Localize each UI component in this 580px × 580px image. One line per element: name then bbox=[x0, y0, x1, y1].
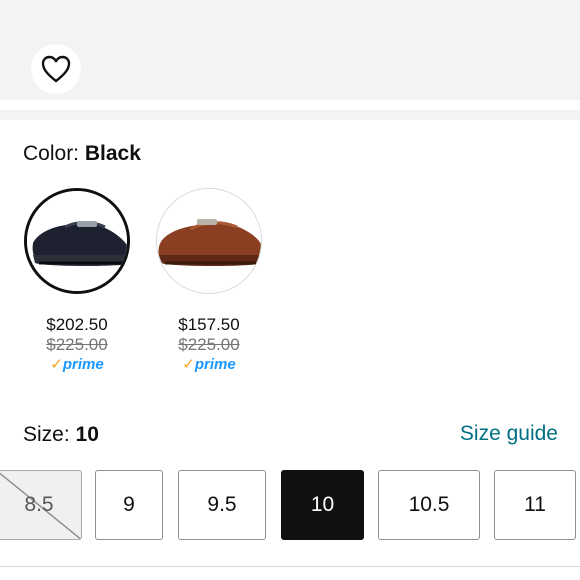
size-option-11[interactable]: 11 bbox=[494, 470, 576, 540]
prime-badge-black: ✓prime bbox=[22, 355, 132, 375]
size-label-text: Size: bbox=[23, 423, 70, 446]
price-brown: $157.50 bbox=[178, 315, 240, 334]
image-gallery-area bbox=[0, 0, 580, 100]
color-label-text: Color: bbox=[23, 142, 80, 165]
size-option-10-5[interactable]: 10.5 bbox=[378, 470, 480, 540]
shoe-image-brown bbox=[157, 189, 261, 293]
size-option-label: 10 bbox=[310, 493, 335, 516]
section-divider bbox=[0, 110, 580, 120]
heart-icon bbox=[41, 55, 71, 83]
selected-color-value: Black bbox=[84, 142, 141, 165]
size-option-8-5[interactable]: 8.5 bbox=[0, 470, 82, 540]
prime-badge-brown: ✓prime bbox=[154, 355, 264, 375]
list-price-brown: $225.00 bbox=[178, 335, 240, 354]
color-option-brown-pricing: $157.50 $225.00 ✓prime bbox=[154, 315, 264, 375]
color-swatch-brown[interactable] bbox=[156, 188, 262, 294]
list-price-black: $225.00 bbox=[46, 335, 108, 354]
prime-text: prime bbox=[62, 356, 104, 373]
size-option-label: 9 bbox=[123, 493, 135, 516]
shoe-image-black bbox=[27, 191, 127, 291]
prime-text: prime bbox=[194, 356, 236, 373]
wishlist-button[interactable] bbox=[31, 44, 81, 94]
color-option-black-pricing: $202.50 $225.00 ✓prime bbox=[22, 315, 132, 375]
color-swatch-black[interactable] bbox=[24, 188, 130, 294]
bottom-divider bbox=[0, 566, 580, 567]
size-guide-link[interactable]: Size guide bbox=[460, 421, 558, 447]
size-option-9-5[interactable]: 9.5 bbox=[178, 470, 266, 540]
size-label: Size: 10 bbox=[23, 422, 99, 448]
selected-size-value: 10 bbox=[75, 423, 99, 446]
prime-check-icon: ✓ bbox=[182, 356, 195, 373]
prime-check-icon: ✓ bbox=[50, 356, 63, 373]
size-option-label: 10.5 bbox=[408, 493, 450, 516]
color-label: Color: Black bbox=[23, 141, 141, 167]
size-option-9[interactable]: 9 bbox=[95, 470, 163, 540]
size-option-label: 8.5 bbox=[24, 493, 54, 516]
price-black: $202.50 bbox=[46, 315, 108, 334]
size-option-10[interactable]: 10 bbox=[281, 470, 364, 540]
size-option-label: 11 bbox=[524, 493, 546, 516]
size-option-label: 9.5 bbox=[207, 493, 237, 516]
